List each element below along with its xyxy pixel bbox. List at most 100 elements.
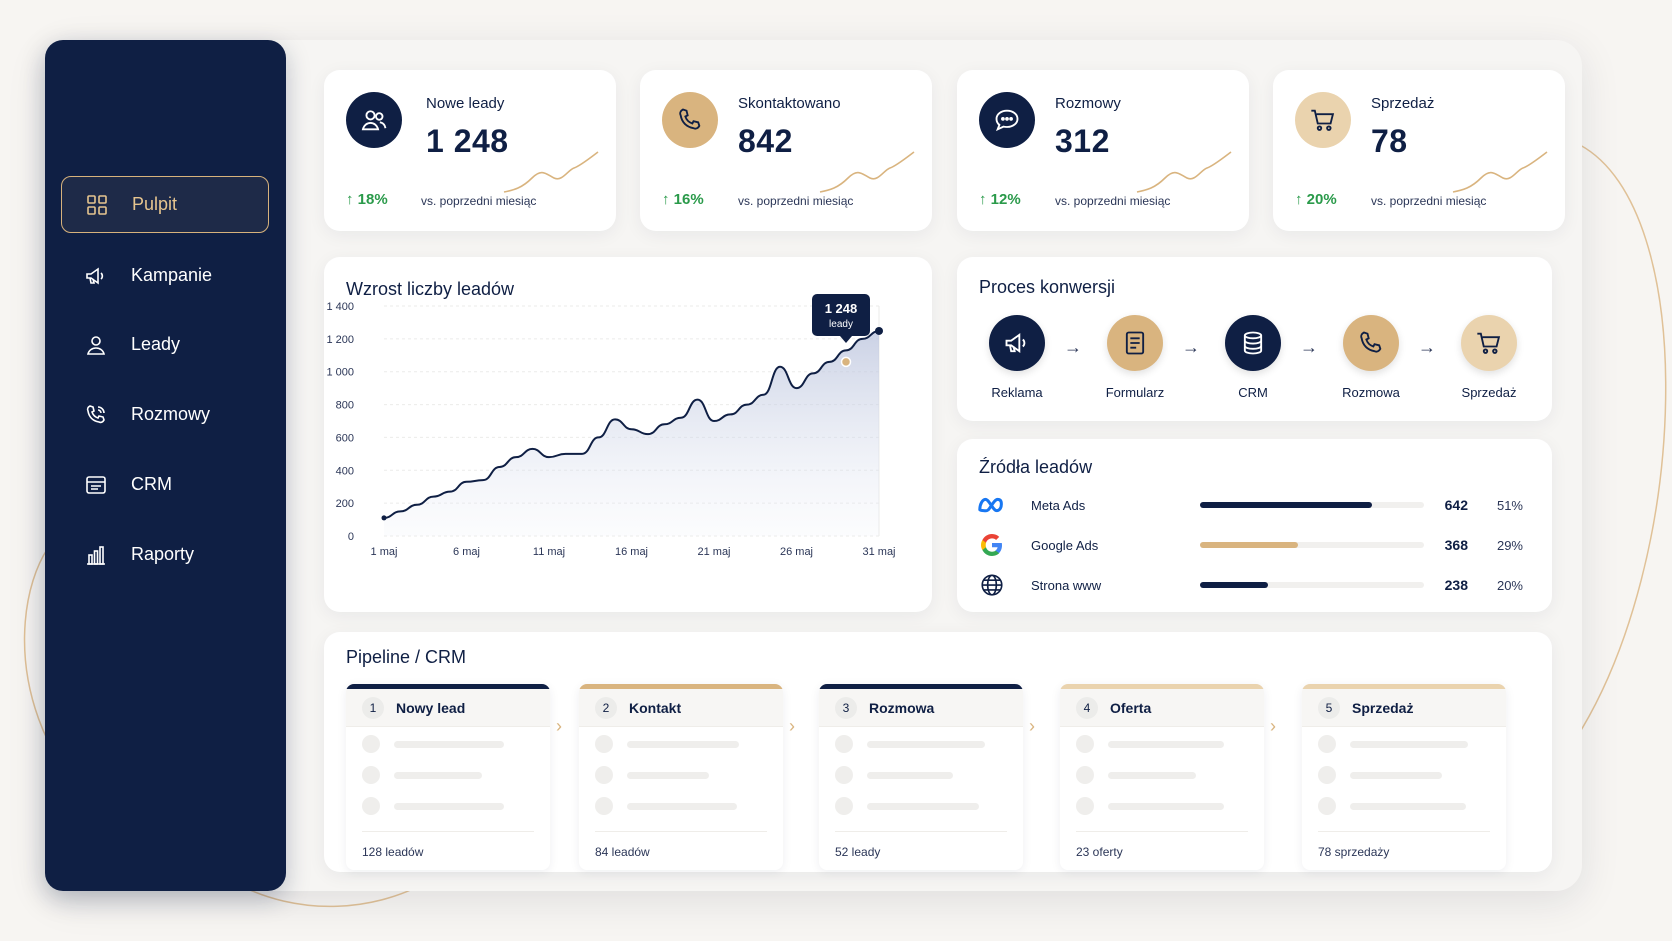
source-row-www[interactable]: Strona www 238 20% [977, 570, 1537, 602]
placeholder-line [1350, 740, 1468, 748]
conversion-process-card: Proces konwersji Reklama → Formularz → C… [957, 257, 1552, 421]
placeholder-row [362, 797, 504, 815]
arrow-up-icon: ↑ [662, 191, 674, 208]
sidebar-item-kampanie[interactable]: Kampanie [61, 247, 269, 304]
sidebar-item-raporty[interactable]: Raporty [61, 526, 269, 583]
source-row-meta[interactable]: Meta Ads 642 51% [977, 490, 1537, 522]
y-tick-label: 1 200 [326, 334, 354, 346]
kpi-card-sprzedaz[interactable]: Sprzedaż 78 ↑ 20% vs. poprzedni miesiąc [1273, 70, 1565, 231]
stage-name: Nowy lead [396, 699, 466, 716]
y-tick-label: 600 [336, 432, 354, 444]
pipeline-stage[interactable]: 2 Kontakt 84 leadów [579, 684, 783, 870]
arrow-right-icon: → [1182, 337, 1200, 357]
source-count: 238 [1444, 577, 1468, 593]
pipeline-card: Pipeline / CRM 1 Nowy lead 128 leadów › 2 Kon… [324, 632, 1552, 872]
placeholder-avatar [362, 797, 380, 815]
pipeline-stage[interactable]: 5 Sprzedaż 78 sprzedaży [1302, 684, 1506, 870]
placeholder-avatar [1076, 766, 1094, 784]
grid-icon [84, 192, 110, 218]
kpi-value: 312 [1055, 123, 1110, 159]
process-step-label: Reklama [991, 385, 1043, 400]
placeholder-row [1076, 766, 1196, 784]
stage-number: 4 [1076, 696, 1098, 719]
arrow-up-icon: ↑ [979, 191, 991, 208]
source-row-google[interactable]: Google Ads 368 29% [977, 530, 1537, 562]
y-tick-label: 0 [348, 531, 354, 543]
pipeline-stage[interactable]: 4 Oferta 23 oferty [1060, 684, 1264, 870]
process-step-reklama[interactable]: Reklama [972, 315, 1062, 400]
source-name: Meta Ads [1031, 498, 1086, 513]
tooltip-pointer [840, 336, 852, 343]
placeholder-line [1350, 771, 1442, 779]
y-tick-label: 200 [336, 498, 354, 510]
placeholder-row [1076, 797, 1224, 815]
stage-divider [835, 831, 1007, 832]
placeholder-avatar [835, 735, 853, 753]
kpi-comparison: vs. poprzedni miesiąc [1371, 194, 1487, 208]
sparkline [503, 151, 599, 193]
kpi-card-nowe-leady[interactable]: Nowe leady 1 248 ↑ 18% vs. poprzedni mie… [324, 70, 616, 231]
pipeline-stage[interactable]: 1 Nowy lead 128 leadów [346, 684, 550, 870]
placeholder-row [835, 797, 979, 815]
kpi-card-rozmowy[interactable]: Rozmowy 312 ↑ 12% vs. poprzedni miesiąc [957, 70, 1249, 231]
process-step-rozmowa[interactable]: Rozmowa [1326, 315, 1416, 400]
x-tick-label: 6 maj [453, 546, 480, 558]
placeholder-row [595, 735, 739, 753]
sidebar-item-label: Raporty [131, 544, 195, 564]
placeholder-avatar [1076, 797, 1094, 815]
bar-chart-icon [83, 542, 109, 568]
placeholder-row [1318, 797, 1466, 815]
megaphone-icon [83, 263, 109, 289]
kpi-label: Nowe leady [426, 95, 505, 112]
stage-count: 52 leady [835, 845, 881, 859]
process-step-crm[interactable]: CRM [1208, 315, 1298, 400]
kpi-label: Rozmowy [1055, 95, 1121, 112]
sidebar-item-label: Pulpit [132, 194, 178, 214]
placeholder-line [867, 771, 953, 779]
kpi-delta: ↑ 20% [1295, 191, 1337, 208]
placeholder-row [362, 735, 504, 753]
sidebar-item-label: Rozmowy [131, 404, 211, 424]
users-icon [346, 92, 402, 148]
placeholder-avatar [835, 797, 853, 815]
placeholder-row [835, 766, 953, 784]
placeholder-avatar [362, 766, 380, 784]
kpi-card-skontaktowano[interactable]: Skontaktowano 842 ↑ 16% vs. poprzedni mi… [640, 70, 932, 231]
placeholder-line [394, 802, 504, 810]
placeholder-row [595, 766, 709, 784]
x-tick-label: 11 maj [533, 546, 565, 558]
kpi-delta: ↑ 16% [662, 191, 704, 208]
placeholder-line [394, 771, 482, 779]
database-icon [1225, 315, 1281, 371]
kpi-label: Sprzedaż [1371, 95, 1435, 112]
start-point [381, 515, 387, 521]
sidebar-item-rozmowy[interactable]: Rozmowy [61, 386, 269, 443]
stage-divider [595, 831, 767, 832]
placeholder-avatar [362, 735, 380, 753]
sidebar-item-pulpit[interactable]: Pulpit [61, 176, 269, 233]
source-name: Strona www [1031, 578, 1102, 593]
process-step-formularz[interactable]: Formularz [1090, 315, 1180, 400]
sparkline [1452, 151, 1548, 193]
placeholder-line [1108, 802, 1224, 810]
pipeline-stage[interactable]: 3 Rozmowa 52 leady [819, 684, 1023, 870]
stage-name: Sprzedaż [1352, 699, 1414, 716]
source-percent: 51% [1496, 498, 1523, 513]
y-tick-label: 400 [336, 465, 354, 477]
kpi-label: Skontaktowano [738, 95, 841, 112]
stage-header: 4 Oferta [1060, 689, 1264, 727]
stage-header: 1 Nowy lead [346, 689, 550, 727]
sidebar-item-crm[interactable]: CRM [61, 456, 269, 513]
arrow-right-icon: → [1064, 337, 1082, 357]
globe-icon [977, 572, 1007, 598]
cart-icon [1295, 92, 1351, 148]
stage-number: 2 [595, 696, 617, 719]
meta-icon [977, 492, 1007, 518]
placeholder-row [362, 766, 482, 784]
placeholder-avatar [595, 735, 613, 753]
process-step-label: Formularz [1105, 385, 1165, 400]
process-step-sprzedaz[interactable]: Sprzedaż [1444, 315, 1534, 400]
placeholder-row [1076, 735, 1224, 753]
sidebar-item-leady[interactable]: Leady [61, 316, 269, 373]
process-step-label: CRM [1238, 385, 1268, 400]
